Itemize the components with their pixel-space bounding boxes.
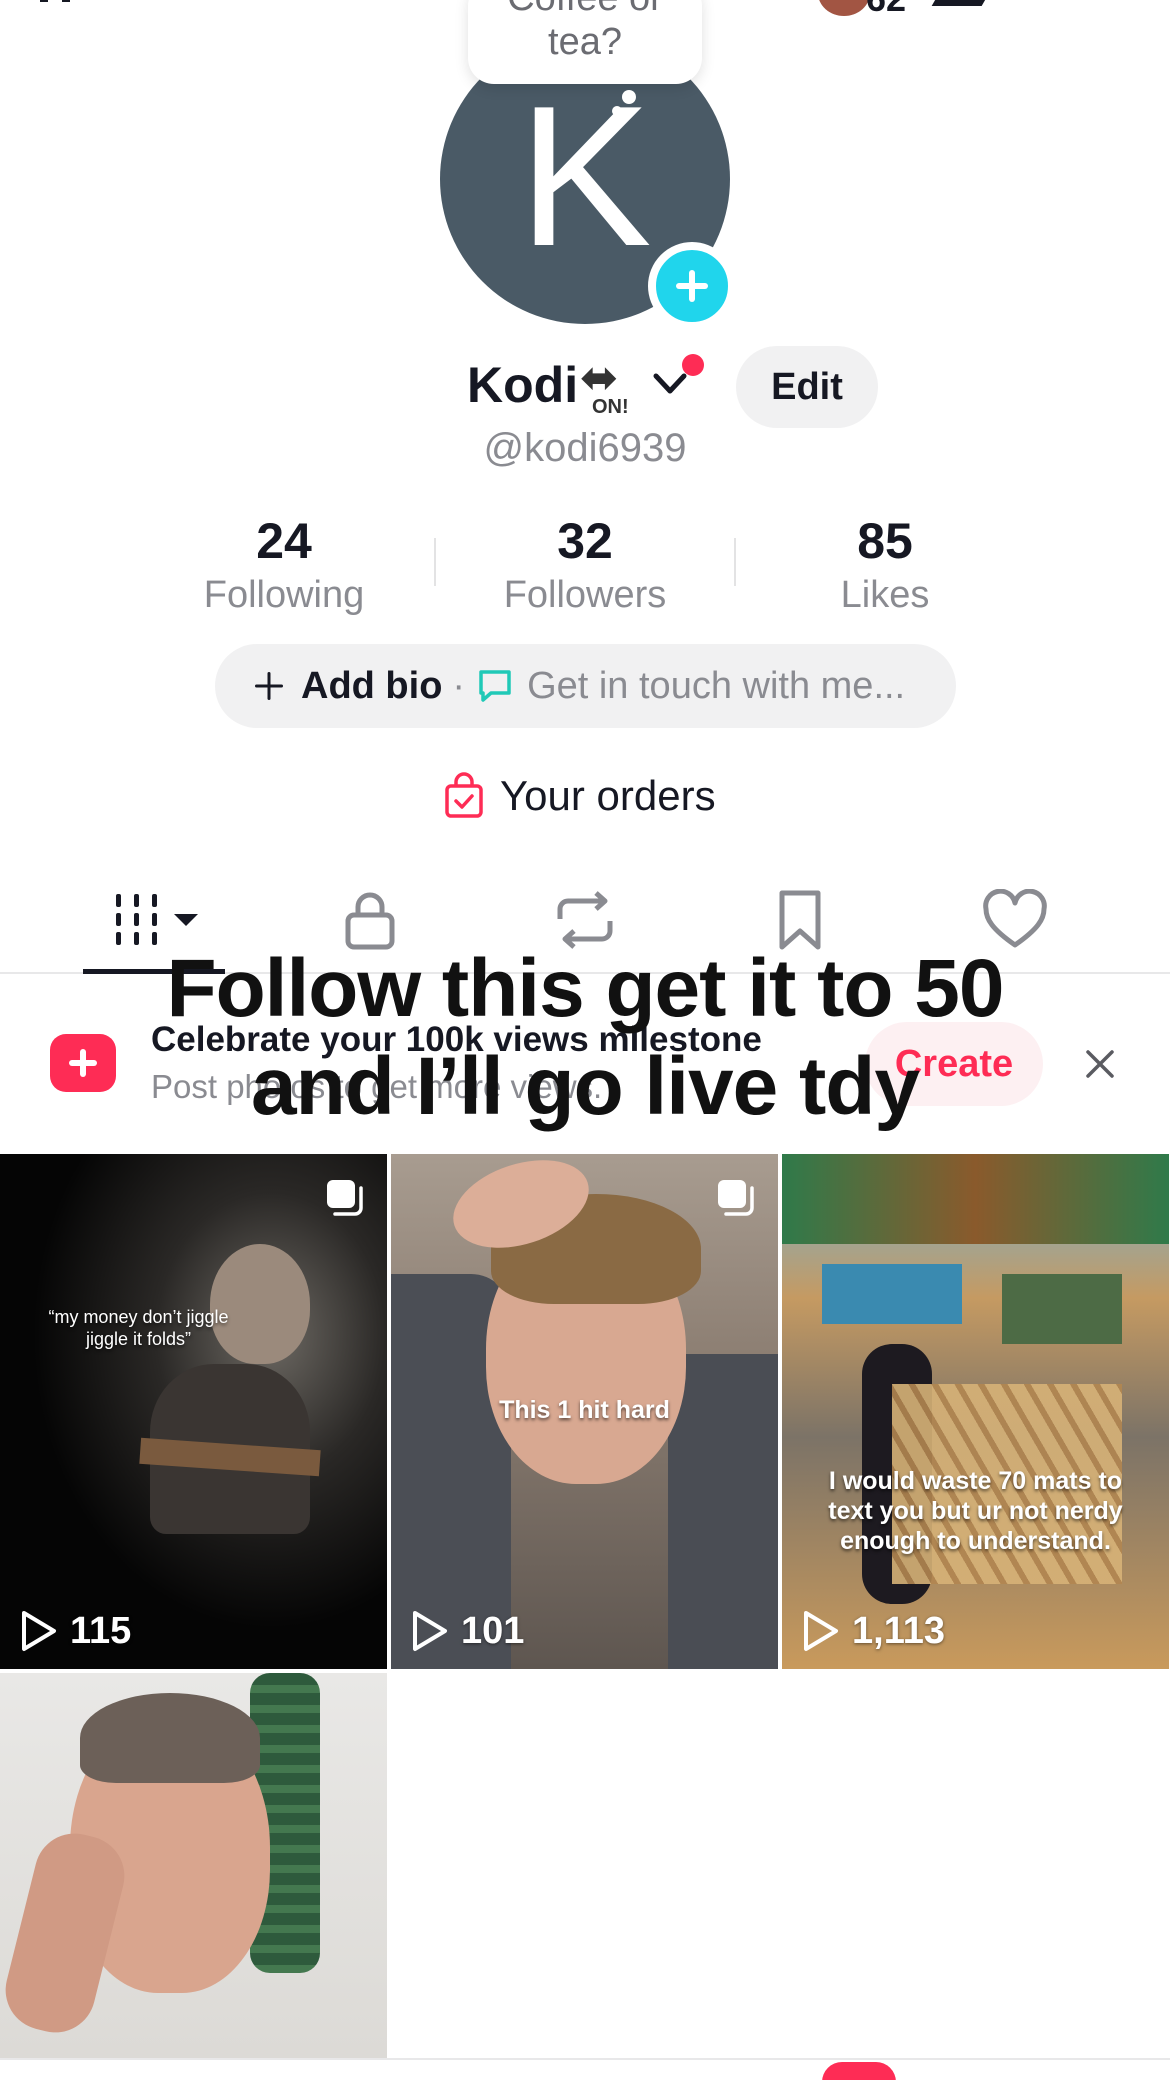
plus-icon <box>255 672 283 700</box>
username: @kodi6939 <box>483 426 687 470</box>
notification-dot <box>682 354 704 376</box>
video-thumbnail[interactable]: “my money don’t jiggle jiggle it folds” … <box>0 1154 387 1669</box>
video-thumbnail[interactable]: This 1 hit hard 101 <box>391 1154 778 1669</box>
view-count: 1,113 <box>800 1609 945 1653</box>
stat-followers[interactable]: 32 Followers <box>455 512 715 620</box>
orders-label: Your orders <box>500 772 716 819</box>
stat-value: 32 <box>557 513 613 569</box>
stat-label: Followers <box>503 574 667 616</box>
contact-label: Get in touch with me... <box>527 664 906 707</box>
shopping-bag-icon <box>445 772 483 818</box>
profile-stats: 24 Following 32 Followers 85 Likes <box>0 512 1170 622</box>
note-bubble-tail <box>622 90 636 104</box>
note-bubble-tail <box>612 106 622 116</box>
video-thumbnail[interactable]: I would waste 70 mats to text you but ur… <box>782 1154 1169 1669</box>
note-bubble[interactable]: Coffee or tea? <box>468 0 702 84</box>
stat-likes[interactable]: 85 Likes <box>755 512 1015 620</box>
video-caption: This 1 hit hard <box>499 1396 670 1424</box>
note-text: Coffee or tea? <box>507 0 663 63</box>
friends-avatar[interactable] <box>818 0 870 16</box>
display-name: Kodi <box>467 357 579 413</box>
stat-label: Following <box>203 574 365 616</box>
your-orders-link[interactable]: Your orders <box>442 768 716 824</box>
edit-profile-button[interactable]: Edit <box>736 346 878 428</box>
chat-bubble-icon <box>479 670 511 702</box>
multi-photo-icon <box>718 1180 754 1216</box>
friends-count: 62 <box>866 0 906 20</box>
bottom-nav-divider <box>0 2058 1170 2060</box>
video-thumbnail[interactable] <box>0 1673 387 2058</box>
add-bio-label: Add bio <box>301 664 443 707</box>
stat-value: 85 <box>857 513 913 569</box>
multi-photo-icon <box>327 1180 363 1216</box>
status-bar-time <box>40 0 110 6</box>
stat-value: 24 <box>256 513 312 569</box>
add-bio-button[interactable]: Add bio · Get in touch with me... <box>215 644 956 728</box>
stat-divider <box>434 538 436 586</box>
stat-following[interactable]: 24 Following <box>154 512 414 620</box>
avatar-letter: K <box>518 65 652 288</box>
play-icon <box>413 1611 447 1651</box>
profile-name-row: Kodi ⬌ ON! Edit <box>0 346 1170 430</box>
bio-separator: · <box>452 664 466 707</box>
stat-label: Likes <box>840 574 930 616</box>
on-arrow-emoji-icon: ⬌ ON! <box>580 351 629 418</box>
inbox-badge <box>822 2062 896 2080</box>
view-count: 101 <box>409 1609 524 1653</box>
video-caption: “my money don’t jiggle jiggle it folds” <box>48 1307 229 1349</box>
thumbnail-building <box>1002 1274 1122 1344</box>
overlay-caption-line: and I’ll go live tdy <box>251 1041 920 1132</box>
plus-icon <box>676 270 708 302</box>
stat-divider <box>734 538 736 586</box>
thumbnail-scenery <box>782 1154 1169 1244</box>
view-count: 115 <box>18 1609 131 1653</box>
footprint-icon[interactable] <box>931 0 995 6</box>
add-story-button[interactable] <box>648 242 736 330</box>
video-caption: I would waste 70 mats to text you but ur… <box>828 1467 1123 1555</box>
overlay-caption-line: Follow this get it to 50 <box>166 943 1005 1034</box>
thumbnail-building <box>822 1264 962 1324</box>
play-icon <box>804 1611 838 1651</box>
overlay-caption: Follow this get it to 50 and I’ll go liv… <box>0 940 1170 1136</box>
play-icon <box>22 1611 56 1651</box>
thumbnail-hair <box>80 1693 260 1783</box>
